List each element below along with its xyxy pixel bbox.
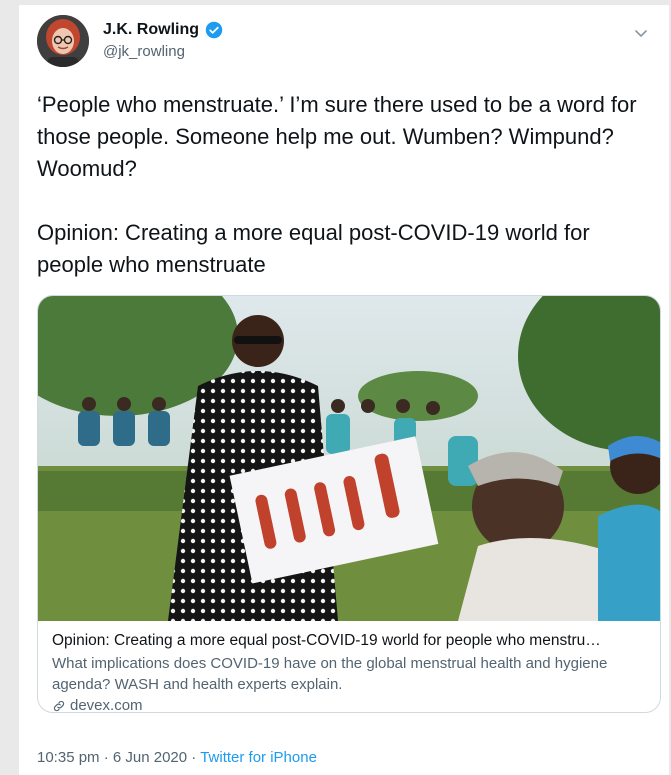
author-info: J.K. Rowling @jk_rowling bbox=[103, 21, 223, 60]
author-handle[interactable]: @jk_rowling bbox=[103, 43, 223, 60]
link-card[interactable]: Opinion: Creating a more equal post-COVI… bbox=[37, 295, 661, 713]
tweet-footer: 10:35 pm · 6 Jun 2020 · Twitter for iPho… bbox=[37, 749, 317, 766]
card-domain: devex.com bbox=[70, 697, 143, 713]
card-meta: Opinion: Creating a more equal post-COVI… bbox=[52, 631, 652, 713]
tweet-time[interactable]: 10:35 pm bbox=[37, 749, 100, 766]
footer-separator: · bbox=[103, 749, 109, 766]
tweet: J.K. Rowling @jk_rowling ‘People who men… bbox=[19, 5, 669, 775]
chevron-down-icon[interactable] bbox=[633, 25, 649, 41]
tweet-date[interactable]: 6 Jun 2020 bbox=[113, 749, 187, 766]
card-image bbox=[38, 296, 660, 621]
card-domain-row: devex.com bbox=[52, 697, 652, 713]
card-description: What implications does COVID-19 have on … bbox=[52, 655, 608, 693]
author-name[interactable]: J.K. Rowling bbox=[103, 21, 199, 39]
footer-separator: · bbox=[191, 749, 197, 766]
tweet-text: ‘People who menstruate.’ I’m sure there … bbox=[37, 89, 647, 281]
tweet-header: J.K. Rowling @jk_rowling bbox=[37, 15, 657, 75]
link-icon bbox=[52, 699, 66, 713]
tweet-text-line: ‘People who menstruate.’ I’m sure there … bbox=[37, 92, 637, 181]
card-title: Opinion: Creating a more equal post-COVI… bbox=[52, 632, 601, 649]
tweet-source-app[interactable]: Twitter for iPhone bbox=[200, 749, 317, 766]
verified-badge-icon bbox=[205, 21, 223, 39]
tweet-quoted-title: Opinion: Creating a more equal post-COVI… bbox=[37, 220, 590, 277]
avatar[interactable] bbox=[37, 15, 89, 67]
